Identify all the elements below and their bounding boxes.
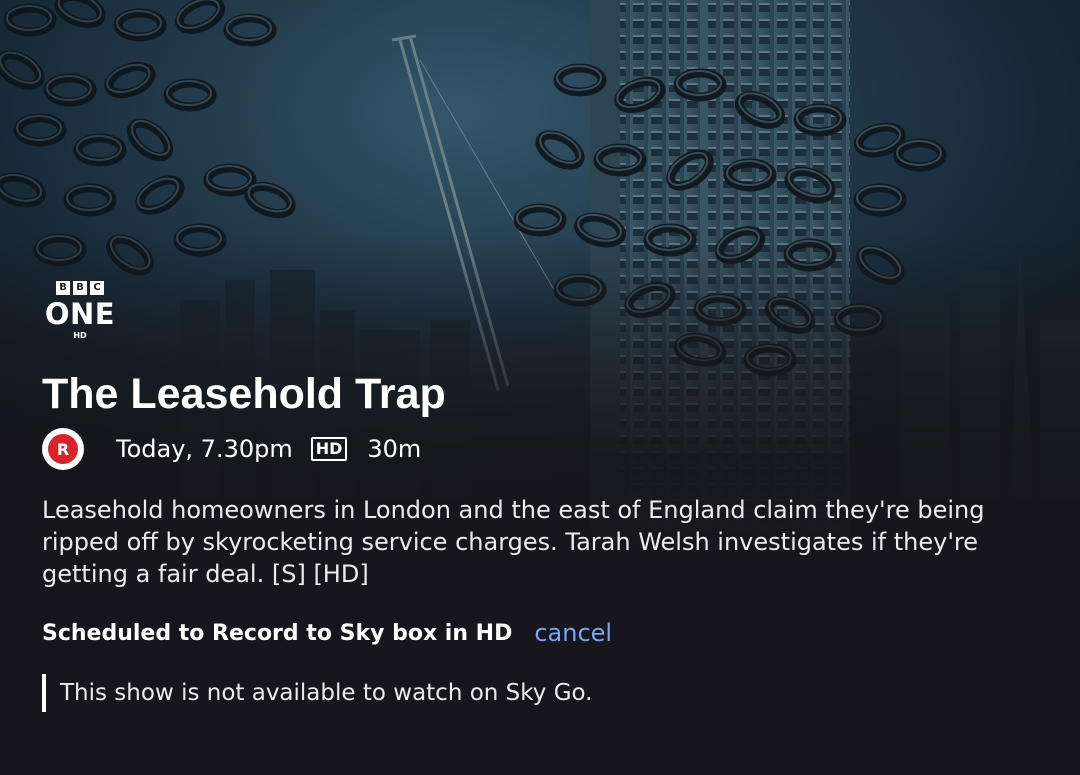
channel-name: ONE [44,297,116,331]
record-icon: R [42,428,84,470]
record-icon-letter: R [48,434,78,464]
programme-title: The Leasehold Trap [42,370,446,418]
programme-synopsis: Leasehold homeowners in London and the e… [42,496,985,588]
recording-status-row: Scheduled to Record to Sky box in HD can… [42,616,612,650]
duration: 30m [367,435,422,463]
broadcast-time: Today, 7.30pm [116,435,293,463]
hd-badge: HD [310,437,348,461]
notice-accent-bar [42,674,46,712]
programme-meta: R Today, 7.30pm HD 30m [42,428,421,470]
availability-notice: This show is not available to watch on S… [42,674,593,712]
notice-text: This show is not available to watch on S… [60,680,593,706]
bbc-block-b1: B [56,281,70,295]
bbc-logo-blocks: B B C [56,281,104,295]
cancel-recording-link[interactable]: cancel [534,619,612,647]
hero-bottom-fade [0,0,1080,560]
recording-status: Scheduled to Record to Sky box in HD [42,620,513,646]
channel-quality: HD [73,331,87,340]
hero-image [0,0,1080,560]
bbc-block-b2: B [73,281,87,295]
channel-logo: B B C ONE HD [42,281,118,345]
programme-details-screen: B B C ONE HD The Leasehold Trap R Today,… [0,0,1080,775]
bbc-block-c: C [90,281,104,295]
